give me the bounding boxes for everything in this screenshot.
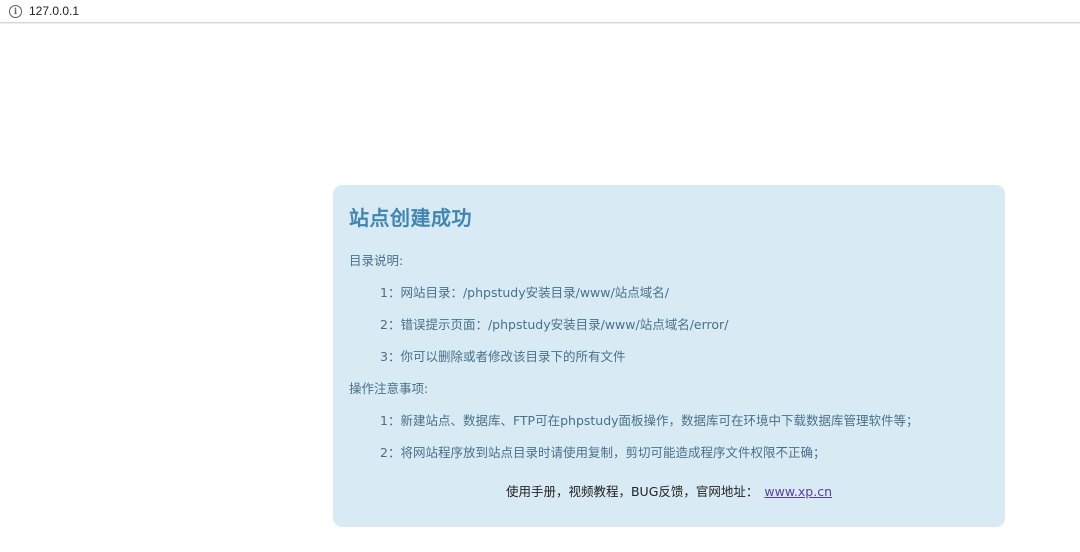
- footer-line: 使用手册，视频教程，BUG反馈，官网地址： www.xp.cn: [333, 481, 1005, 500]
- notes-item: 2：将网站程序放到站点目录时请使用复制，剪切可能造成程序文件权限不正确；: [380, 445, 826, 460]
- footer-text: 使用手册，视频教程，BUG反馈，官网地址：: [505, 484, 759, 499]
- directory-item: 1：网站目录：/phpstudy安装目录/www/站点域名/: [380, 285, 669, 300]
- success-panel: 站点创建成功 目录说明: 1：网站目录：/phpstudy安装目录/www/站点…: [333, 185, 1005, 527]
- url-text[interactable]: 127.0.0.1: [29, 4, 79, 18]
- notes-heading: 操作注意事项:: [349, 381, 429, 396]
- directory-heading: 目录说明:: [349, 253, 404, 268]
- official-site-link[interactable]: www.xp.cn: [764, 484, 832, 499]
- notes-item: 1：新建站点、数据库、FTP可在phpstudy面板操作，数据库可在环境中下载数…: [380, 413, 919, 428]
- address-bar[interactable]: i 127.0.0.1: [0, 0, 1080, 23]
- directory-item: 2：错误提示页面：/phpstudy安装目录/www/站点域名/error/: [380, 317, 729, 332]
- directory-item: 3：你可以删除或者修改该目录下的所有文件: [380, 349, 626, 364]
- info-icon[interactable]: i: [9, 4, 22, 18]
- page-title: 站点创建成功: [349, 206, 472, 230]
